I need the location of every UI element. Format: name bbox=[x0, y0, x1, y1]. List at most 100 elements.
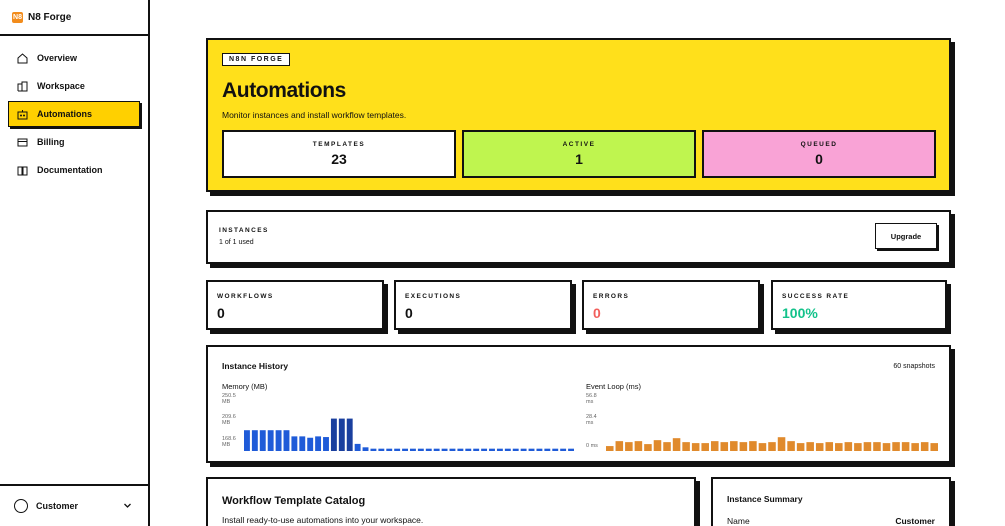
event-loop-bar bbox=[730, 441, 738, 451]
metric-label: EXECUTIONS bbox=[405, 293, 462, 300]
memory-bar bbox=[465, 448, 472, 451]
user-menu[interactable]: Customer bbox=[0, 484, 148, 526]
memory-bar bbox=[299, 436, 306, 451]
event-loop-bar bbox=[873, 442, 881, 451]
metric-label: WORKFLOWS bbox=[217, 293, 274, 300]
memory-bar bbox=[496, 448, 503, 451]
hero-card: N8N FORGE Automations Monitor instances … bbox=[206, 38, 951, 192]
event-loop-tick-top: 56.8 ms bbox=[586, 393, 597, 405]
sidebar: N8 N8 Forge Overview Workspace Automatio… bbox=[0, 0, 150, 526]
event-loop-bar bbox=[606, 446, 614, 451]
event-loop-bar bbox=[930, 443, 938, 451]
sidebar-item-overview[interactable]: Overview bbox=[8, 45, 140, 71]
hero-tag: N8N FORGE bbox=[222, 53, 291, 66]
instance-summary-card: Instance Summary Name Customer bbox=[711, 477, 951, 526]
memory-bar bbox=[275, 430, 282, 451]
memory-bar bbox=[560, 448, 567, 451]
event-loop-bar bbox=[634, 441, 643, 451]
memory-bar bbox=[315, 436, 322, 451]
brand[interactable]: N8 N8 Forge bbox=[0, 0, 148, 36]
memory-bar bbox=[552, 448, 559, 451]
page-subtitle: Monitor instances and install workflow t… bbox=[222, 110, 407, 120]
memory-bar bbox=[330, 418, 337, 451]
summary-name-label: Name bbox=[727, 516, 750, 526]
event-loop-bar bbox=[844, 442, 853, 451]
metric-value: 100% bbox=[782, 305, 818, 321]
memory-bar bbox=[291, 436, 298, 451]
event-loop-bar bbox=[615, 441, 624, 451]
event-loop-bar bbox=[796, 443, 805, 451]
automation-icon bbox=[17, 109, 28, 120]
page-title: Automations bbox=[222, 79, 346, 102]
event-loop-bar bbox=[825, 442, 834, 451]
event-loop-bar bbox=[787, 441, 795, 451]
metric-label: SUCCESS RATE bbox=[782, 293, 850, 300]
memory-bar bbox=[457, 448, 464, 451]
sidebar-item-automations[interactable]: Automations bbox=[8, 101, 140, 127]
event-loop-bar bbox=[625, 442, 633, 451]
stat-label: TEMPLATES bbox=[312, 141, 366, 148]
memory-tick-mid: 209.6 MB bbox=[222, 414, 236, 426]
event-loop-bar bbox=[672, 438, 681, 451]
event-loop-bar bbox=[777, 437, 786, 451]
event-loop-bar bbox=[653, 440, 662, 451]
memory-bar bbox=[402, 448, 408, 451]
book-icon bbox=[17, 165, 28, 176]
memory-bar bbox=[338, 418, 345, 451]
memory-bar bbox=[323, 437, 329, 451]
sidebar-item-documentation[interactable]: Documentation bbox=[8, 157, 140, 183]
event-loop-bar bbox=[758, 443, 767, 451]
card-icon bbox=[17, 137, 28, 148]
templates-stat: TEMPLATES 23 bbox=[222, 130, 456, 178]
event-loop-bar bbox=[863, 442, 872, 451]
event-loop-bar bbox=[882, 443, 891, 451]
memory-bar bbox=[378, 448, 385, 451]
metric-value: 0 bbox=[217, 305, 225, 321]
instances-usage: 1 of 1 used bbox=[219, 239, 254, 246]
memory-bar bbox=[346, 418, 353, 451]
user-name: Customer bbox=[36, 501, 79, 511]
event-loop-bar bbox=[749, 441, 757, 451]
event-loop-bar bbox=[920, 442, 929, 451]
event-loop-bar bbox=[911, 443, 919, 451]
event-loop-bar bbox=[644, 444, 652, 451]
sidebar-item-label: Overview bbox=[37, 53, 78, 63]
memory-bar bbox=[267, 430, 274, 451]
event-loop-bar bbox=[835, 443, 843, 451]
event-loop-bar bbox=[854, 443, 862, 451]
memory-bar bbox=[449, 448, 456, 451]
chevron-down-icon bbox=[123, 501, 132, 512]
errors-metric: ERRORS 0 bbox=[582, 280, 760, 330]
event-loop-bar bbox=[901, 442, 910, 451]
memory-bar bbox=[417, 448, 424, 451]
event-loop-tick-mid: 28.4 ms bbox=[586, 414, 597, 426]
upgrade-button[interactable]: Upgrade bbox=[875, 223, 937, 249]
memory-bar bbox=[512, 448, 519, 451]
memory-chart-title: Memory (MB) bbox=[222, 382, 268, 391]
memory-bar bbox=[489, 448, 495, 451]
memory-bar bbox=[520, 448, 527, 451]
history-title: Instance History bbox=[222, 361, 289, 371]
brand-logo: N8 bbox=[12, 11, 23, 23]
memory-bar bbox=[504, 448, 511, 451]
event-loop-bar bbox=[768, 442, 776, 451]
sidebar-item-billing[interactable]: Billing bbox=[8, 129, 140, 155]
active-stat: ACTIVE 1 bbox=[462, 130, 696, 178]
summary-title: Instance Summary bbox=[727, 494, 803, 504]
memory-bar bbox=[410, 448, 416, 451]
memory-bar bbox=[433, 448, 440, 451]
success-rate-metric: SUCCESS RATE 100% bbox=[771, 280, 947, 330]
sidebar-item-workspace[interactable]: Workspace bbox=[8, 73, 140, 99]
executions-metric: EXECUTIONS 0 bbox=[394, 280, 572, 330]
memory-bar bbox=[568, 448, 574, 451]
event-loop-tick-bottom: 0 ms bbox=[586, 443, 598, 449]
stat-value: 1 bbox=[575, 151, 583, 167]
snapshot-count: 60 snapshots bbox=[893, 363, 935, 370]
catalog-title: Workflow Template Catalog bbox=[222, 495, 366, 507]
memory-bar bbox=[425, 448, 432, 451]
memory-bar bbox=[481, 448, 488, 451]
memory-bar bbox=[251, 430, 258, 451]
event-loop-bar bbox=[892, 442, 900, 451]
memory-bar bbox=[362, 447, 369, 451]
memory-bar bbox=[544, 448, 551, 451]
